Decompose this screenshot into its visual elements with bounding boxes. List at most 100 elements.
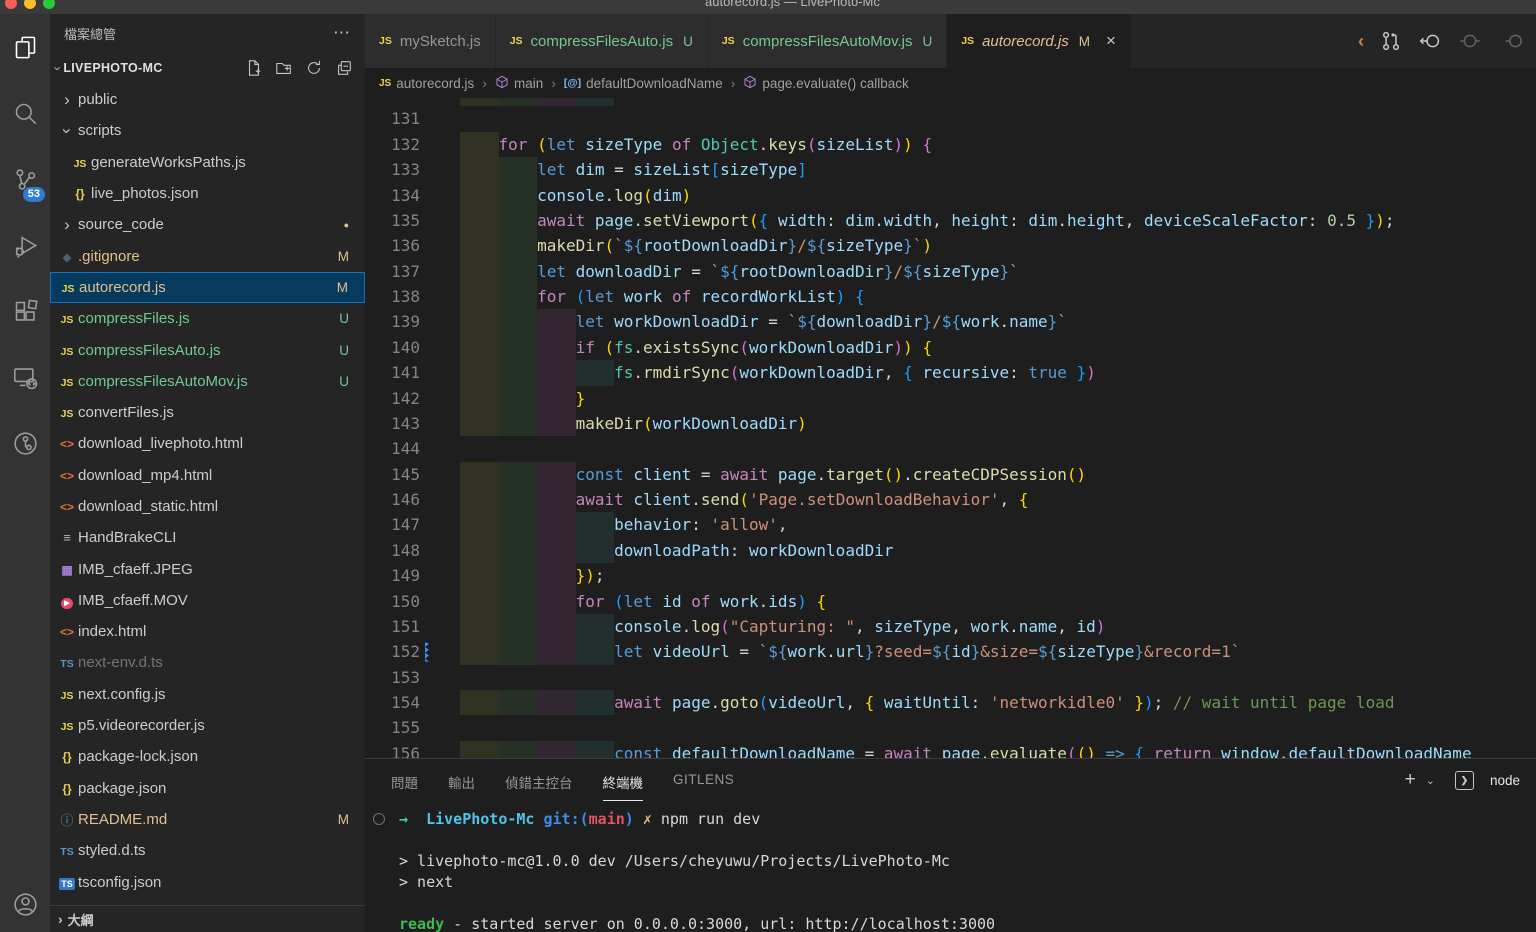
explorer-icon[interactable] — [0, 14, 50, 80]
file-row[interactable]: ▦IMB_cfaeff.JPEG — [50, 553, 365, 584]
breadcrumb-item[interactable]: [@]defaultDownloadName — [564, 76, 723, 91]
indent-guide — [499, 614, 538, 639]
file-row[interactable]: {}package-lock.json — [50, 741, 365, 772]
tab-git-badge: U — [922, 34, 932, 49]
file-row[interactable]: ⓘREADME.mdM — [50, 804, 365, 835]
indent-guide — [499, 386, 538, 411]
line-number: 145 — [365, 462, 420, 487]
editor-tab[interactable]: JSmySketch.js — [365, 14, 495, 68]
terminal-process-label[interactable]: node — [1490, 773, 1520, 788]
breadcrumb-item[interactable]: main — [495, 75, 543, 92]
file-row[interactable]: JScompressFiles.jsU — [50, 303, 365, 334]
line-number: 140 — [365, 335, 420, 360]
file-row[interactable]: JSconvertFiles.js — [50, 397, 365, 428]
maximize-traffic-light[interactable] — [43, 0, 55, 9]
new-terminal-icon[interactable]: + — [1405, 769, 1416, 791]
file-row[interactable]: <>index.html — [50, 616, 365, 647]
panel-tab[interactable]: 輸出 — [448, 760, 475, 801]
indent-guide — [537, 98, 576, 106]
panel-tab[interactable]: 終端機 — [603, 760, 644, 801]
file-row[interactable]: JSnext.config.js — [50, 679, 365, 710]
code-line: 155 — [365, 715, 1536, 740]
search-icon[interactable] — [0, 80, 50, 146]
breadcrumb: JSautorecord.js›main›[@]defaultDownloadN… — [365, 68, 1536, 98]
terminal-output[interactable]: → LivePhoto-Mc git:(main) ✗ npm run dev … — [365, 801, 1536, 932]
file-row[interactable]: TSstyled.d.ts — [50, 835, 365, 866]
gitlens-icon[interactable] — [0, 410, 50, 476]
indent-guide — [499, 157, 538, 182]
remote-explorer-icon[interactable] — [0, 344, 50, 410]
editor-tab[interactable]: JSautorecord.jsM× — [947, 14, 1130, 68]
extensions-icon[interactable] — [0, 278, 50, 344]
folder-row[interactable]: ›source_code● — [50, 209, 365, 240]
file-name: package-lock.json — [78, 748, 198, 765]
indent-guide — [460, 487, 499, 512]
file-row[interactable]: <>download_mp4.html — [50, 460, 365, 491]
panel-tab[interactable]: GITLENS — [673, 760, 734, 801]
file-row[interactable]: JSautorecord.jsM — [50, 272, 365, 303]
file-row[interactable]: JSp5.videorecorder.js — [50, 710, 365, 741]
source-control-icon[interactable]: 53 — [0, 146, 50, 212]
code-line: 153 — [365, 665, 1536, 690]
more-actions-icon[interactable]: ⋯ — [333, 23, 351, 43]
html-file-icon: <> — [60, 437, 74, 451]
indent-guide — [537, 360, 576, 385]
breadcrumb-separator-icon: › — [482, 75, 487, 91]
line-number: 137 — [365, 259, 420, 284]
project-name: LIVEPHOTO-MC — [63, 61, 245, 75]
panel-tab[interactable]: 偵錯主控台 — [505, 760, 573, 801]
indent-guide — [499, 538, 538, 563]
terminal-line: > livephoto-mc@1.0.0 dev /Users/cheyuwu/… — [399, 851, 1536, 872]
file-row[interactable]: JScompressFilesAutoMov.jsU — [50, 366, 365, 397]
panel-tab[interactable]: 問題 — [391, 760, 418, 801]
new-folder-icon[interactable] — [275, 59, 293, 77]
project-section-header[interactable]: › LIVEPHOTO-MC — [50, 52, 365, 84]
refresh-icon[interactable] — [305, 59, 323, 77]
pull-request-icon[interactable] — [1380, 30, 1402, 52]
editor-tab[interactable]: JScompressFilesAuto.jsU — [496, 14, 707, 68]
file-row[interactable]: ▶IMB_cfaeff.MOV — [50, 585, 365, 616]
indent-guide — [537, 690, 576, 715]
indent-guide — [537, 512, 576, 537]
breadcrumb-item[interactable]: JSautorecord.js — [379, 76, 474, 91]
indent-guide — [499, 411, 538, 436]
file-row[interactable]: JScompressFilesAuto.jsU — [50, 334, 365, 365]
new-file-icon[interactable] — [245, 59, 263, 77]
code-line: 140if (fs.existsSync(workDownloadDir)) { — [365, 335, 1536, 360]
file-row[interactable]: {}package.json — [50, 773, 365, 804]
line-number: 156 — [365, 741, 420, 758]
file-row[interactable]: ≡HandBrakeCLI — [50, 522, 365, 553]
command-decoration-icon[interactable] — [373, 813, 385, 825]
code-line: 148downloadPath: workDownloadDir — [365, 538, 1536, 563]
file-row[interactable]: <>download_static.html — [50, 491, 365, 522]
file-row[interactable]: JSgenerateWorksPaths.js — [50, 147, 365, 178]
close-traffic-light[interactable] — [5, 0, 17, 9]
code-line: 149}); — [365, 563, 1536, 588]
accounts-icon[interactable] — [0, 878, 50, 930]
breadcrumb-item[interactable]: page.evaluate() callback — [743, 75, 908, 92]
file-row[interactable]: ◆.gitignoreM — [50, 240, 365, 271]
explorer-title: 檔案總管 — [64, 24, 116, 43]
collapse-all-icon[interactable] — [335, 59, 353, 77]
file-name: tsconfig.json — [78, 874, 161, 891]
more-editor-actions-icon[interactable] — [1498, 29, 1522, 53]
code-editor[interactable]: 131132for (let sizeType of Object.keys(s… — [365, 98, 1536, 758]
terminal-icon[interactable]: ❯ — [1455, 771, 1474, 790]
file-row[interactable]: TSnext-env.d.ts — [50, 647, 365, 678]
indent-guide — [499, 741, 538, 758]
file-name: compressFilesAutoMov.js — [78, 373, 248, 390]
terminal-dropdown-icon[interactable]: ⌄ — [1426, 774, 1435, 787]
file-row[interactable]: TStsconfig.json — [50, 866, 365, 897]
minimize-traffic-light[interactable] — [24, 0, 36, 9]
navigate-forward-icon[interactable] — [1458, 29, 1482, 53]
close-icon[interactable]: × — [1106, 31, 1116, 51]
file-row[interactable]: <>download_livephoto.html — [50, 428, 365, 459]
file-row[interactable]: {}live_photos.json — [50, 178, 365, 209]
run-debug-icon[interactable] — [0, 212, 50, 278]
scroll-left-icon[interactable]: ‹ — [1358, 31, 1364, 52]
folder-row[interactable]: ›public — [50, 84, 365, 115]
outline-section-header[interactable]: › 大綱 — [50, 905, 365, 932]
editor-tab[interactable]: JScompressFilesAutoMov.jsU — [708, 14, 946, 68]
folder-row[interactable]: ›scripts — [50, 115, 365, 146]
navigate-back-icon[interactable] — [1418, 29, 1442, 53]
